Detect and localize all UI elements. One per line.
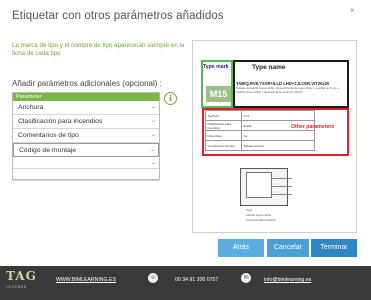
table-row: Nota clave No [205,130,315,141]
param-value: No [241,130,315,141]
close-icon[interactable]: × [350,6,355,15]
chevron-down-icon[interactable]: ⌄ [151,101,156,114]
parameter-select-label: Anchura [18,104,44,111]
type-mark-label: Type mark [203,64,229,70]
parameter-select[interactable]: Anchura ⌄ [13,101,159,115]
type-mark-value: M15 [206,86,231,102]
tag-logo: TAG [6,269,37,283]
leader-line [272,178,292,179]
parameter-select[interactable] [13,169,159,181]
parameter-list: Parameter Anchura ⌄ Clasificación para i… [12,92,160,181]
website-link[interactable]: WWW.BIMLEARNING.ES [56,277,116,283]
dialog-title: Etiquetar con otros parámetros añadidos [12,10,224,22]
mail-icon: ✉ [241,273,251,283]
footer-bar [0,266,371,300]
phone-icon: ☏ [148,273,158,283]
cancel-button[interactable]: Cancelar [267,239,309,257]
parameter-select-label: Clasificación para incendios [18,118,103,125]
dialog: Etiquetar con otros parámetros añadidos … [0,0,371,266]
parameter-select-label: Comentarios de tipo [18,132,79,139]
other-parameters-label: Other parameters [291,124,335,130]
param-name: Clasificación para incendios [205,120,242,131]
sketch-label: Cerámica blanca 20x20 [246,218,276,222]
param-value: Tabique interior [241,140,315,151]
param-value: 0.11 [241,110,315,121]
table-row: Anchura 0.11 [205,110,315,121]
chevron-down-icon[interactable]: ⌄ [151,129,156,142]
type-name-label: Type name [252,64,286,71]
parameter-select-label: Código de montaje [19,147,77,154]
other-parameters-table: Anchura 0.11 Clasificación para incendio… [205,110,315,151]
phone-number: 00 34 91 200 0757 [175,277,219,283]
tag-logo-subtitle: LEGENDS [6,285,27,289]
param-name: Anchura [205,110,242,121]
table-row: Comentarios de tipo Tabique interior [205,140,315,151]
param-name: Comentarios de tipo [205,140,242,151]
chevron-down-icon[interactable]: ⌄ [150,144,155,157]
back-button[interactable]: Atrás [218,239,264,257]
chevron-down-icon[interactable]: ⌄ [151,115,156,128]
email-link[interactable]: info@bimlearning.es [264,277,311,283]
add-parameters-label: Añadir parámetros adicionales (opcional)… [12,79,162,88]
info-icon[interactable]: i [164,92,177,105]
param-name: Nota clave [205,130,242,141]
type-name-description: Tabique de ladrillo hueco doble. Revesti… [236,86,340,94]
sketch-label: Yeso [246,208,253,212]
parameter-select[interactable]: Código de montaje ⌄ [13,143,159,157]
info-text: La marca de tipo y el nombre de tipo apa… [12,42,185,57]
parameter-select[interactable]: ⌄ [13,157,159,169]
leader-line [272,194,292,195]
parameter-select[interactable]: Comentarios de tipo ⌄ [13,129,159,143]
finish-button[interactable]: Terminar [311,239,357,257]
sketch-label: Ladrillo hueco doble [246,213,272,217]
wall-section-inner [246,172,272,198]
parameter-select[interactable]: Clasificación para incendios ⌄ [13,115,159,129]
parameter-list-header: Parameter [13,93,159,101]
leader-line [272,186,292,187]
